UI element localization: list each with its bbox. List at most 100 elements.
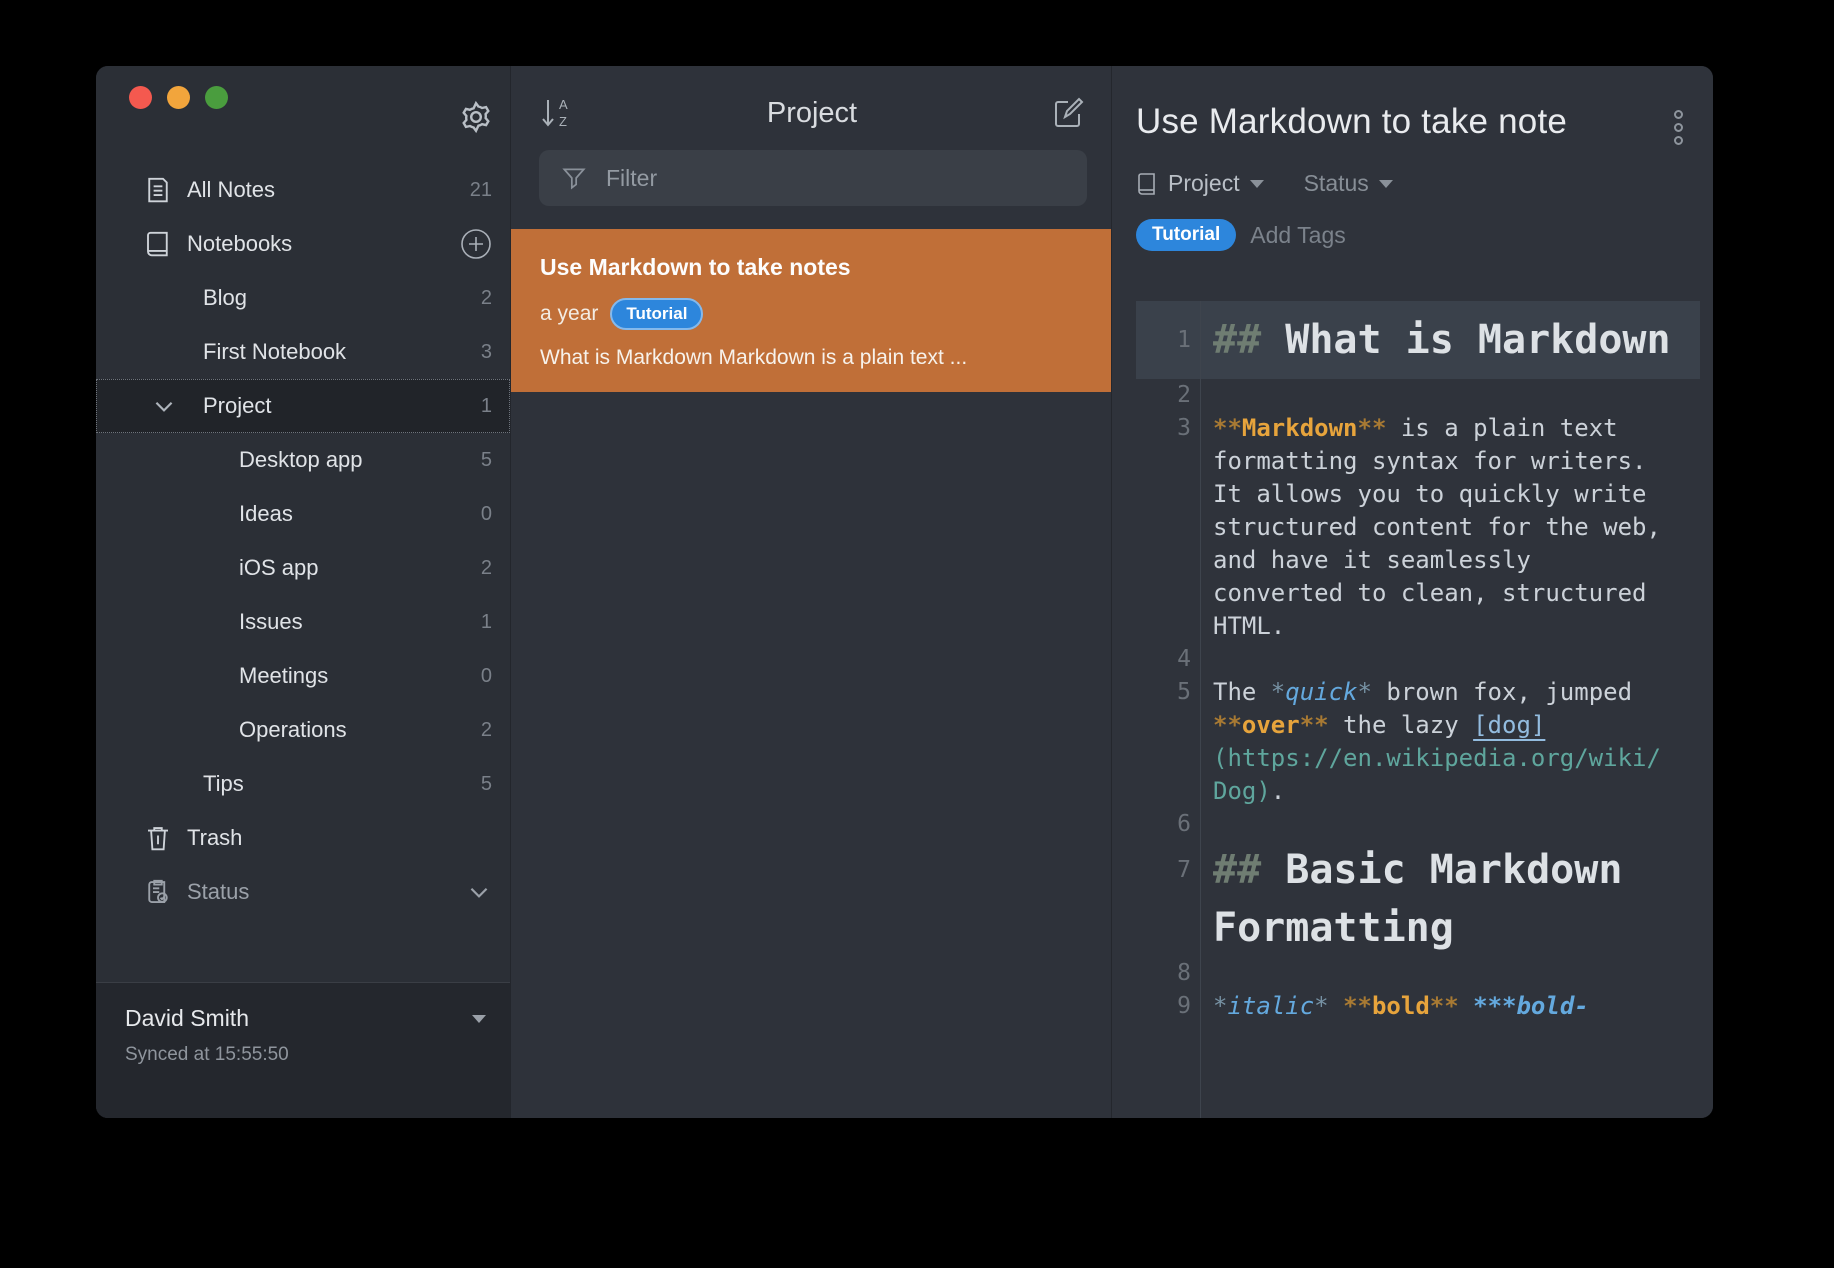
book-icon [143, 229, 173, 259]
notebook-selector[interactable]: Project [1168, 170, 1240, 197]
sidebar-item-project[interactable]: Project1 [96, 379, 510, 433]
minimize-window-button[interactable] [167, 86, 190, 109]
md-segment-txt: The [1213, 678, 1271, 706]
sidebar-item-ideas[interactable]: Ideas 0 [96, 487, 510, 541]
user-menu-caret-icon[interactable] [470, 1013, 488, 1025]
code-row: (https://en.wikipedia.org/wiki/ [1213, 742, 1700, 775]
line-number: 3 [1136, 412, 1201, 445]
tag-badge[interactable]: Tutorial [1136, 219, 1236, 251]
sidebar-item-notebooks[interactable]: Notebooks [96, 217, 510, 271]
filter-box[interactable] [539, 150, 1087, 206]
editor-line-3[interactable]: 3 **Markdown** is a plain textformatting … [1136, 412, 1700, 643]
md-segment-im: * [1271, 678, 1285, 706]
filter-input[interactable] [604, 164, 1071, 193]
sidebar-item-first-notebook[interactable]: First Notebook3 [96, 325, 510, 379]
note-count-badge: 21 [470, 179, 492, 202]
note-card-preview: What is Markdown Markdown is a plain tex… [540, 346, 1091, 370]
md-segment-bm: ** [1430, 992, 1459, 1020]
code-row: The *quick* brown fox, jumped [1213, 676, 1700, 709]
md-segment-im: * [1314, 992, 1328, 1020]
editor-line-8[interactable]: 8 [1136, 957, 1700, 990]
editor-line-5[interactable]: 5The *quick* brown fox, jumped**over** t… [1136, 676, 1700, 808]
chevron-down-icon[interactable] [151, 393, 177, 419]
md-segment-url: Dog) [1213, 777, 1271, 805]
editor-line-6[interactable]: 6 [1136, 808, 1700, 841]
editor-line-1[interactable]: 1## What is Markdown [1136, 301, 1700, 379]
note-options-kebab-icon[interactable] [1674, 110, 1683, 145]
code-row: Dog). [1213, 775, 1700, 808]
note-count-badge: 2 [481, 557, 492, 580]
note-meta-row: Project Status [1136, 170, 1713, 197]
line-number: 9 [1136, 990, 1201, 1023]
code-row: **over** the lazy [dog] [1213, 709, 1700, 742]
sidebar-item-issues[interactable]: Issues1 [96, 595, 510, 649]
md-segment-lk: [dog] [1473, 711, 1545, 739]
note-count-badge: 2 [481, 719, 492, 742]
note-card-title: Use Markdown to take notes [540, 254, 1091, 281]
note-list-header: A Z Project [511, 66, 1111, 130]
sidebar-item-label: Trash [187, 825, 242, 851]
chevron-down-icon[interactable] [466, 879, 492, 905]
markdown-editor[interactable]: 1## What is Markdown23 **Markdown** is a … [1136, 301, 1700, 1118]
note-title[interactable]: Use Markdown to take note [1112, 66, 1713, 142]
notebook-caret-icon [1250, 180, 1264, 188]
sidebar-item-ios-app[interactable]: iOS app2 [96, 541, 510, 595]
add-notebook-button[interactable] [460, 228, 492, 260]
sidebar-item-desktop-app[interactable]: Desktop app5 [96, 433, 510, 487]
code-row [1213, 957, 1700, 990]
sidebar-item-label: Operations [239, 717, 347, 743]
zoom-window-button[interactable] [205, 86, 228, 109]
md-segment-txt: brown fox, jumped [1372, 678, 1632, 706]
user-name: David Smith [125, 1005, 494, 1032]
settings-gear-icon[interactable] [458, 99, 494, 135]
md-segment-im: * [1358, 678, 1372, 706]
editor-line-9[interactable]: 9*italic* **bold** ***bold- [1136, 990, 1700, 1023]
code-row: ## What is Markdown [1213, 311, 1700, 369]
note-count-badge: 0 [481, 503, 492, 526]
md-segment-txt: It allows you to quickly write [1213, 480, 1646, 508]
code-row: **Markdown** is a plain text [1213, 412, 1700, 445]
svg-text:A: A [559, 97, 568, 112]
sidebar-item-label: Status [187, 879, 249, 905]
md-segment-b: bold [1372, 992, 1430, 1020]
status-selector[interactable]: Status [1304, 170, 1369, 197]
code-row: converted to clean, structured [1213, 577, 1700, 610]
line-number: 5 [1136, 676, 1201, 709]
md-segment-bi: *** [1473, 992, 1516, 1020]
sidebar-item-operations[interactable]: Operations 2 [96, 703, 510, 757]
code-row [1213, 643, 1700, 676]
md-segment-hp: ## [1213, 847, 1285, 893]
note-card-selected[interactable]: Use Markdown to take notes a year Tutori… [511, 229, 1111, 392]
note-card-meta: a year Tutorial [540, 298, 1091, 330]
sidebar-item-label: Ideas [239, 501, 293, 527]
add-tags-button[interactable]: Add Tags [1250, 222, 1345, 249]
sidebar-item-all-notes[interactable]: All Notes21 [96, 163, 510, 217]
sidebar-item-trash[interactable]: Trash [96, 811, 510, 865]
md-segment-ht: Formatting [1213, 905, 1454, 951]
sync-status-area[interactable]: David Smith Synced at 15:55:50 [96, 982, 510, 1118]
code-row: formatting syntax for writers. [1213, 445, 1700, 478]
sidebar-item-status[interactable]: Status [96, 865, 510, 919]
line-number: 4 [1136, 643, 1201, 676]
sidebar-item-meetings[interactable]: Meetings0 [96, 649, 510, 703]
md-segment-bi: bold- [1516, 992, 1588, 1020]
sort-order-icon[interactable]: A Z [539, 96, 573, 130]
close-window-button[interactable] [129, 86, 152, 109]
sidebar-item-blog[interactable]: Blog2 [96, 271, 510, 325]
md-segment-bm: ** [1213, 711, 1242, 739]
note-card-tag-badge[interactable]: Tutorial [610, 298, 703, 330]
app-window: All Notes21NotebooksBlog2First Notebook3… [96, 66, 1713, 1118]
sidebar-item-label: First Notebook [203, 339, 346, 365]
note-count-badge: 5 [481, 773, 492, 796]
new-note-icon[interactable] [1051, 96, 1085, 130]
editor-line-2[interactable]: 2 [1136, 379, 1700, 412]
editor-line-4[interactable]: 4 [1136, 643, 1700, 676]
md-segment-i: quick [1285, 678, 1357, 706]
line-number: 6 [1136, 808, 1201, 841]
code-row: It allows you to quickly write [1213, 478, 1700, 511]
md-segment-txt [1329, 992, 1343, 1020]
md-segment-txt: is a plain text [1386, 414, 1617, 442]
editor-line-7[interactable]: 7## Basic MarkdownFormatting [1136, 841, 1700, 957]
sidebar-item-tips[interactable]: Tips5 [96, 757, 510, 811]
md-segment-ht: Basic Markdown [1285, 847, 1622, 893]
